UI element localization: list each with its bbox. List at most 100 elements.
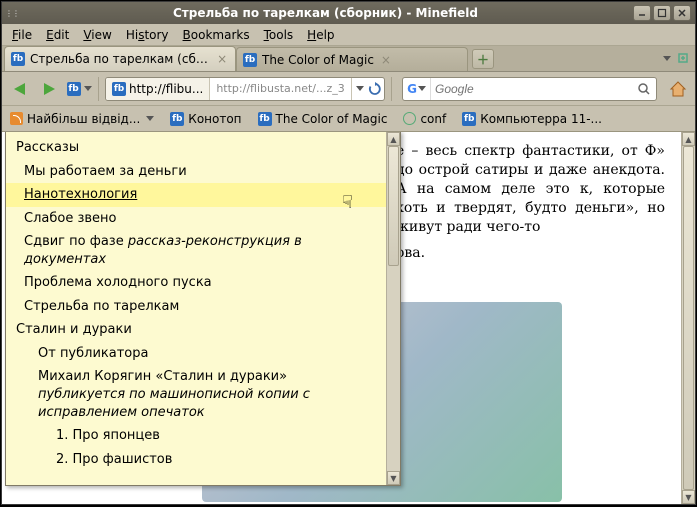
forward-arrow-icon [44,83,55,95]
page-paragraph: ова. [396,244,665,263]
favicon-icon: fb [243,53,257,67]
minimize-button[interactable] [633,5,651,21]
tab-label: The Color of Magic [262,53,374,67]
chevron-down-icon [356,86,364,91]
search-icon [637,82,651,96]
menu-history[interactable]: History [120,26,175,44]
menu-view[interactable]: View [77,26,117,44]
search-engine-button[interactable]: G [403,78,431,100]
favicon-icon: fb [258,112,272,126]
scroll-track[interactable] [682,146,695,490]
bookmark-item[interactable]: fb Конотоп [166,110,245,128]
favicon-icon: fb [462,112,476,126]
menubar: FileEditViewHistoryBookmarksToolsHelp [2,24,695,46]
toc-list[interactable]: РассказыМы работаем за деньгиНанотехноло… [6,132,386,485]
content-area: е – весь спектр фантастики, от Ф» до ост… [2,132,695,504]
toc-item[interactable]: Михаил Корягин «Сталин и дураки» публику… [6,365,386,424]
bookmark-item[interactable]: conf [399,110,450,128]
titlebar[interactable]: ⋮⋮ Стрельба по тарелкам (сборник) - Mine… [2,2,695,24]
toc-section-header[interactable]: Рассказы [6,136,386,160]
toc-item[interactable]: Проблема холодного пуска [6,271,386,295]
toc-item[interactable]: Сдвиг по фазе рассказ-реконструкция в до… [6,230,386,271]
reload-icon [368,82,382,96]
identity-button[interactable]: fb [66,76,92,102]
close-icon [677,8,687,18]
rss-icon [10,112,23,125]
scroll-thumb[interactable] [388,146,399,266]
search-go-button[interactable] [632,82,656,96]
maximize-button[interactable] [653,5,671,21]
reload-button[interactable] [366,82,384,96]
google-icon: G [407,82,417,96]
window-drag-handle[interactable]: ⋮⋮ [6,9,18,18]
bookmarks-toolbar: Найбільш відвід... fb Конотоп fb The Color o… [2,106,695,132]
toc-section-header[interactable]: Сталин и дураки [6,318,386,342]
bookmark-label: conf [420,112,446,126]
url-path-text: http://flibusta.net/...z_3 [216,82,344,95]
bookmark-item[interactable]: Найбільш відвід... [6,110,158,128]
url-bar[interactable]: fb http://flibu... http://flibusta.net/.… [105,77,385,101]
favicon-icon: fb [170,112,184,126]
scroll-up-button[interactable]: ▲ [387,132,400,146]
new-tab-button[interactable]: ＋ [472,49,494,69]
scroll-down-button[interactable]: ▼ [387,471,400,485]
favicon-icon: fb [11,52,25,66]
minimize-icon [637,8,647,18]
chevron-down-icon [418,86,426,91]
window-title: Стрельба по тарелкам (сборник) - Minefie… [18,6,633,20]
tab-label: Стрельба по тарелкам (сбо... [30,52,210,66]
url-segment-path[interactable]: http://flibusta.net/...z_3 [210,78,351,100]
page-text: е – весь спектр фантастики, от Ф» до ост… [396,142,665,271]
search-box[interactable]: G [402,77,657,101]
bookmark-label: The Color of Magic [276,112,388,126]
menu-edit[interactable]: Edit [40,26,75,44]
toc-item[interactable]: Слабое звено [6,207,386,231]
bookmark-label: Найбільш відвід... [27,112,140,126]
scroll-up-button[interactable]: ▲ [682,132,695,146]
maximize-icon [657,8,667,18]
chevron-down-icon [663,56,671,61]
scroll-down-button[interactable]: ▼ [682,490,695,504]
back-button[interactable] [6,76,32,102]
toc-item[interactable]: Стрельба по тарелкам [6,295,386,319]
nav-toolbar: fb fb http://flibu... http://flibusta.ne… [2,72,695,106]
menu-tools[interactable]: Tools [258,26,300,44]
menu-file[interactable]: File [6,26,38,44]
page-scrollbar[interactable]: ▲ ▼ [681,132,695,504]
dropdown-scrollbar[interactable]: ▲ ▼ [386,132,400,485]
toc-item[interactable]: Мы работаем за деньги [6,160,386,184]
close-button[interactable] [673,5,691,21]
url-history-dropdown[interactable] [352,86,366,91]
bookmark-item[interactable]: fbКомпьютерра 11-... [458,110,606,128]
search-input[interactable] [431,82,632,96]
back-arrow-icon [14,83,25,95]
site-icon: fb [67,82,81,96]
toc-item[interactable]: 2. Про фашистов [6,448,386,472]
tab-bar: fb Стрельба по тарелкам (сбо... × fb The… [2,46,695,72]
toc-item[interactable]: От публикатора [6,342,386,366]
forward-button[interactable] [36,76,62,102]
tab-close-button[interactable]: × [379,53,393,67]
site-icon [403,112,416,125]
url-segment-host[interactable]: fb http://flibu... [106,78,210,100]
toc-dropdown: РассказыМы работаем за деньгиНанотехноло… [5,132,401,486]
tab-0[interactable]: fb Стрельба по тарелкам (сбо... × [4,46,236,71]
separator [98,77,99,101]
separator [391,77,392,101]
tab-overflow-button[interactable] [675,47,693,69]
chevron-down-icon [84,86,92,91]
tab-1[interactable]: fb The Color of Magic × [236,47,468,71]
scroll-track[interactable] [387,146,400,471]
bookmark-item[interactable]: fb The Color of Magic [254,110,392,128]
toc-item[interactable]: 1. Про японцев [6,424,386,448]
tab-close-button[interactable]: × [215,52,229,66]
menu-bookmarks[interactable]: Bookmarks [177,26,256,44]
chevron-down-icon [146,116,154,121]
scroll-thumb[interactable] [683,146,694,490]
bookmark-label: Конотоп [188,112,241,126]
menu-help[interactable]: Help [301,26,340,44]
toc-item[interactable]: Нанотехнология [6,183,386,207]
tab-list-button[interactable] [657,47,675,69]
tab-overflow-icon [677,51,691,65]
home-button[interactable] [665,76,691,102]
